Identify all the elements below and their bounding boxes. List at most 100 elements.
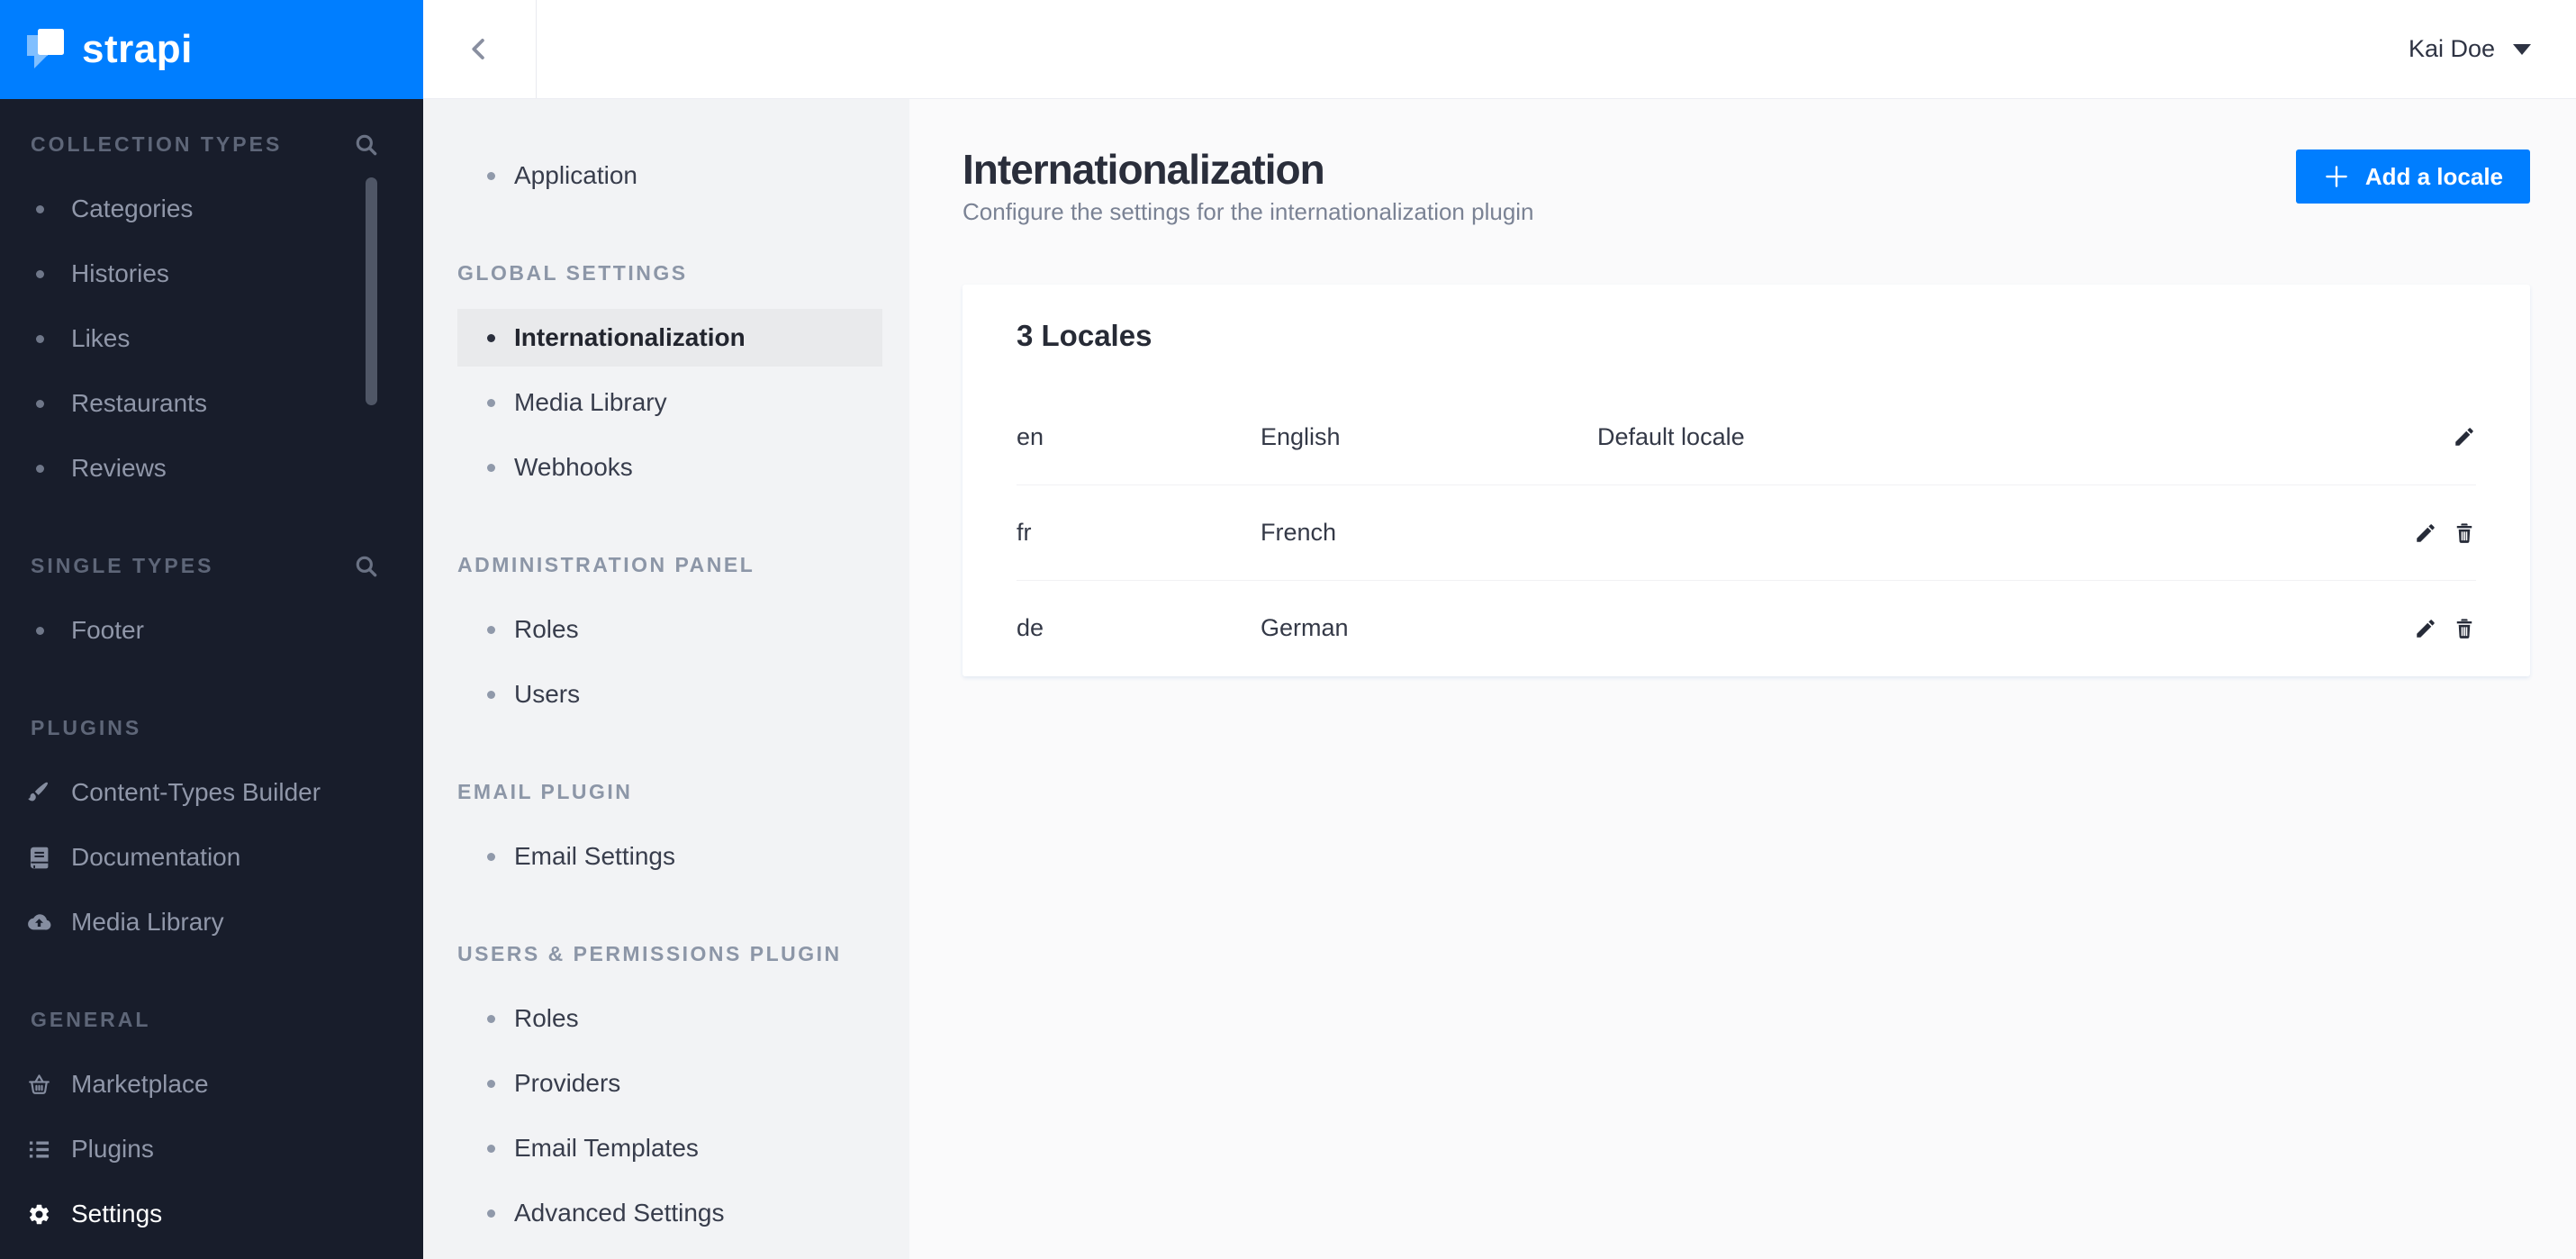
bullet-icon (487, 852, 495, 861)
section-collection-types: COLLECTION TYPES (0, 112, 423, 177)
bullet-icon (487, 690, 495, 699)
sidebar-scrollbar[interactable] (366, 177, 377, 405)
back-button[interactable] (423, 0, 537, 98)
bullet-icon (36, 269, 44, 278)
sidebar-item-settings[interactable]: Settings (0, 1182, 423, 1246)
section-label: GENERAL (31, 1007, 151, 1031)
sidebar-item-label: Content-Types Builder (71, 778, 321, 806)
locale-code: fr (1017, 519, 1032, 546)
bullet-icon (487, 171, 495, 180)
settings-item-admin-users[interactable]: Users (457, 662, 882, 727)
sidebar-item-categories[interactable]: Categories (0, 177, 423, 241)
right-column: Kai Doe Application GLOBAL SETTINGS Inte… (423, 0, 2576, 1259)
pencil-icon (2417, 619, 2435, 638)
sidebar-item-reviews[interactable]: Reviews (0, 436, 423, 501)
bullet-icon (487, 463, 495, 472)
settings-item-label: Providers (514, 1069, 621, 1097)
settings-item-providers[interactable]: Providers (457, 1051, 882, 1116)
section-general: GENERAL (0, 987, 423, 1052)
settings-item-admin-roles[interactable]: Roles (457, 597, 882, 662)
caret-down-icon (2513, 43, 2531, 55)
pencil-icon (2455, 428, 2473, 446)
section-plugins: PLUGINS (0, 695, 423, 760)
settings-item-label: Media Library (514, 388, 667, 416)
locale-default-badge: Default locale (1597, 422, 1745, 450)
book-icon (29, 846, 50, 869)
sidebar-item-histories[interactable]: Histories (0, 241, 423, 306)
edit-locale-button[interactable] (2453, 425, 2476, 448)
brand-name: strapi (82, 27, 193, 71)
settings-item-email-templates[interactable]: Email Templates (457, 1116, 882, 1181)
sidebar-item-label: Categories (71, 195, 194, 222)
strapi-logo[interactable]: strapi (0, 0, 423, 99)
sidebar-item-label: Histories (71, 259, 169, 287)
trash-icon (2455, 618, 2473, 639)
sidebar-item-label: Marketplace (71, 1070, 209, 1098)
body-row: Application GLOBAL SETTINGS Internationa… (423, 99, 2576, 1259)
bullet-icon (36, 464, 44, 473)
settings-item-label: Internationalization (514, 323, 746, 351)
settings-item-email-settings[interactable]: Email Settings (457, 824, 882, 889)
section-label: SINGLE TYPES (31, 553, 214, 577)
sidebar-item-media-library[interactable]: Media Library (0, 890, 423, 955)
main-sidebar: strapi COLLECTION TYPES Categories Histo… (0, 0, 423, 1259)
delete-locale-button[interactable] (2453, 617, 2476, 640)
settings-section-users-permissions-plugin: USERS & PERMISSIONS PLUGIN (457, 941, 842, 965)
locales-table: en English Default locale fr French de G… (1017, 389, 2476, 675)
bullet-icon (487, 1014, 495, 1023)
gear-icon (29, 1204, 50, 1224)
basket-icon (29, 1073, 50, 1094)
settings-item-label: Email Templates (514, 1134, 699, 1162)
brush-icon (28, 782, 48, 801)
bullet-icon (36, 204, 44, 213)
sidebar-item-footer[interactable]: Footer (0, 598, 423, 663)
locales-card-title: 3 Locales (1017, 319, 1152, 352)
sidebar-item-label: Reviews (71, 454, 167, 482)
sidebar-item-label: Plugins (71, 1135, 154, 1163)
edit-locale-button[interactable] (2414, 521, 2437, 545)
sidebar-item-content-types-builder[interactable]: Content-Types Builder (0, 760, 423, 825)
sidebar-item-label: Documentation (71, 843, 241, 871)
settings-item-internationalization[interactable]: Internationalization (457, 305, 882, 370)
sidebar-item-restaurants[interactable]: Restaurants (0, 371, 423, 436)
section-label: PLUGINS (31, 715, 142, 739)
sidebar-item-documentation[interactable]: Documentation (0, 825, 423, 890)
settings-section-administration-panel: ADMINISTRATION PANEL (457, 552, 755, 576)
user-menu[interactable]: Kai Doe (2409, 35, 2576, 63)
bullet-icon (487, 1209, 495, 1218)
settings-menu: Application GLOBAL SETTINGS Internationa… (423, 99, 909, 1259)
settings-item-up-roles[interactable]: Roles (457, 986, 882, 1051)
search-icon[interactable] (354, 132, 378, 157)
app-window: strapi COLLECTION TYPES Categories Histo… (0, 0, 2576, 1259)
bullet-icon (36, 399, 44, 408)
sidebar-item-marketplace[interactable]: Marketplace (0, 1052, 423, 1117)
settings-item-label: Webhooks (514, 453, 633, 481)
page-title: Internationalization (963, 146, 1325, 193)
delete-locale-button[interactable] (2453, 521, 2476, 545)
chevron-left-icon (472, 39, 484, 59)
locale-row-en[interactable]: en English Default locale (1017, 389, 2476, 485)
row-actions (2414, 521, 2476, 545)
bullet-icon (487, 625, 495, 634)
locale-name: French (1261, 519, 1337, 546)
locale-row-fr[interactable]: fr French (1017, 485, 2476, 580)
settings-item-label: Email Settings (514, 842, 675, 870)
add-locale-button-label: Add a locale (2364, 162, 2503, 190)
search-icon[interactable] (354, 554, 378, 578)
add-locale-button[interactable]: Add a locale (2295, 149, 2530, 204)
sidebar-item-plugins[interactable]: Plugins (0, 1117, 423, 1182)
edit-locale-button[interactable] (2414, 617, 2437, 640)
locale-code: de (1017, 614, 1044, 641)
sidebar-nav: COLLECTION TYPES Categories Histories Li… (0, 99, 423, 1259)
settings-item-media-library[interactable]: Media Library (457, 370, 882, 435)
sidebar-item-likes[interactable]: Likes (0, 306, 423, 371)
sidebar-item-label: Media Library (71, 908, 224, 936)
settings-item-webhooks[interactable]: Webhooks (457, 435, 882, 500)
locale-name: German (1261, 614, 1349, 641)
settings-item-application[interactable]: Application (457, 143, 882, 208)
settings-item-label: Advanced Settings (514, 1199, 725, 1227)
settings-item-advanced-settings[interactable]: Advanced Settings (457, 1181, 882, 1245)
pencil-icon (2417, 523, 2435, 542)
locale-row-de[interactable]: de German (1017, 580, 2476, 675)
bullet-icon (487, 1144, 495, 1153)
